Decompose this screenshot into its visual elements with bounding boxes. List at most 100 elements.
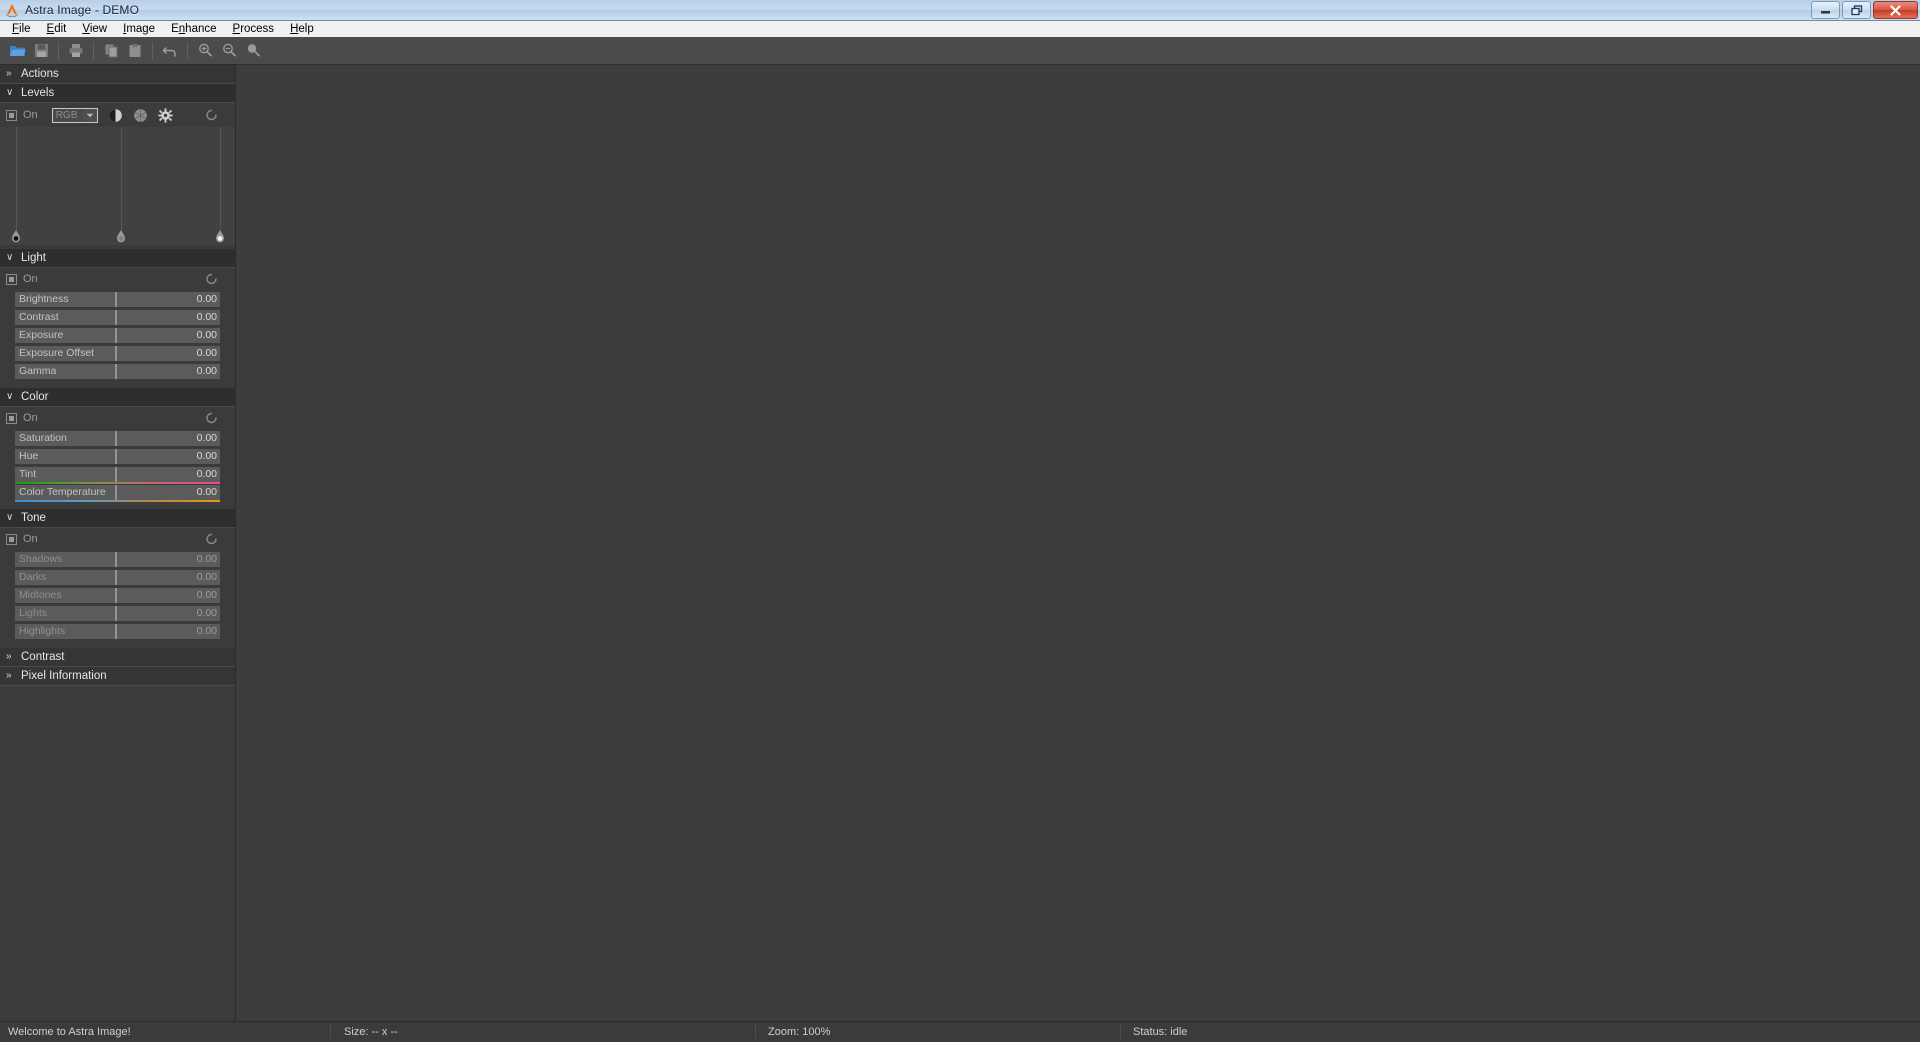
slider-track[interactable]: 0.00: [115, 606, 220, 621]
slider-lights[interactable]: Lights 0.00: [15, 606, 220, 621]
slider-tint[interactable]: Tint 0.00: [15, 467, 220, 482]
section-header-color[interactable]: ∨ Color: [0, 388, 235, 407]
adjustments-panel: » Actions ∨ Levels On RGB: [0, 65, 236, 1021]
menu-file[interactable]: File: [4, 22, 39, 36]
open-folder-icon[interactable]: [6, 40, 28, 62]
slider-track[interactable]: 0.00: [115, 467, 220, 482]
slider-track[interactable]: 0.00: [115, 552, 220, 567]
slider-brightness[interactable]: Brightness 0.00: [15, 292, 220, 307]
slider-highlights[interactable]: Highlights 0.00: [15, 624, 220, 639]
slider-track[interactable]: 0.00: [115, 588, 220, 603]
levels-handles: [0, 231, 235, 245]
title-bar[interactable]: Astra Image - DEMO: [0, 0, 1920, 21]
print-icon[interactable]: [65, 40, 87, 62]
levels-channel-select[interactable]: RGB: [52, 108, 98, 123]
mid-point-handle[interactable]: [117, 230, 126, 243]
section-header-actions[interactable]: » Actions: [0, 65, 235, 84]
chevron-right-icon: »: [6, 69, 16, 79]
image-canvas[interactable]: [237, 65, 1920, 1021]
status-message: Welcome to Astra Image!: [8, 1022, 131, 1042]
section-header-tone[interactable]: ∨ Tone: [0, 509, 235, 528]
menu-edit[interactable]: Edit: [39, 22, 75, 36]
menu-process[interactable]: Process: [225, 22, 283, 36]
slider-shadows[interactable]: Shadows 0.00: [15, 552, 220, 567]
menu-enhance[interactable]: Enhance: [163, 22, 224, 36]
light-reset-icon[interactable]: [205, 273, 218, 286]
section-header-pixel-information[interactable]: » Pixel Information: [0, 667, 235, 686]
slider-track[interactable]: 0.00: [115, 570, 220, 585]
histogram-mid-line: [121, 127, 122, 231]
slider-track[interactable]: 0.00: [115, 346, 220, 361]
astra-logo-icon: [4, 2, 20, 18]
slider-saturation[interactable]: Saturation 0.00: [15, 431, 220, 446]
histogram-white-line: [220, 127, 221, 231]
levels-on-label: On: [23, 109, 38, 121]
slider-track[interactable]: 0.00: [115, 485, 220, 500]
black-point-handle[interactable]: [12, 230, 21, 243]
auto-contrast-icon[interactable]: [108, 108, 123, 123]
light-on-checkbox[interactable]: [6, 274, 17, 285]
zoom-fit-icon[interactable]: [242, 40, 264, 62]
chevron-down-icon: ∨: [6, 392, 16, 402]
slider-track[interactable]: 0.00: [115, 431, 220, 446]
zoom-out-icon[interactable]: [218, 40, 240, 62]
levels-histogram[interactable]: [0, 127, 235, 231]
chevron-down-icon: ∨: [6, 88, 16, 98]
tint-gradient-bar: [15, 482, 220, 484]
copy-icon[interactable]: [100, 40, 122, 62]
section-header-contrast[interactable]: » Contrast: [0, 648, 235, 667]
white-point-handle[interactable]: [216, 230, 225, 243]
slider-track[interactable]: 0.00: [115, 364, 220, 379]
toolbar-separator: [187, 42, 188, 60]
menu-image[interactable]: Image: [115, 22, 163, 36]
tone-on-checkbox[interactable]: [6, 534, 17, 545]
section-header-light[interactable]: ∨ Light: [0, 249, 235, 268]
menu-view[interactable]: View: [74, 22, 115, 36]
toolbar-separator: [58, 42, 59, 60]
slider-track[interactable]: 0.00: [115, 624, 220, 639]
close-button[interactable]: [1873, 1, 1918, 19]
color-on-row: On: [0, 407, 235, 429]
light-on-row: On: [0, 268, 235, 290]
slider-exposure[interactable]: Exposure 0.00: [15, 328, 220, 343]
slider-track[interactable]: 0.00: [115, 292, 220, 307]
zoom-in-icon[interactable]: [194, 40, 216, 62]
undo-icon[interactable]: [159, 40, 181, 62]
color-on-checkbox[interactable]: [6, 413, 17, 424]
settings-gear-icon[interactable]: [158, 108, 173, 123]
slider-track[interactable]: 0.00: [115, 449, 220, 464]
light-on-label: On: [23, 273, 38, 285]
slider-midtones[interactable]: Midtones 0.00: [15, 588, 220, 603]
paste-icon[interactable]: [124, 40, 146, 62]
menu-help[interactable]: Help: [282, 22, 322, 36]
slider-hue[interactable]: Hue 0.00: [15, 449, 220, 464]
save-icon[interactable]: [30, 40, 52, 62]
color-temperature-gradient-bar: [15, 500, 220, 502]
maximize-restore-button[interactable]: [1842, 1, 1871, 19]
color-reset-icon[interactable]: [205, 412, 218, 425]
color-on-label: On: [23, 412, 38, 424]
levels-on-checkbox[interactable]: [6, 110, 17, 121]
section-title-actions: Actions: [21, 68, 59, 80]
histogram-black-line: [16, 127, 17, 231]
slider-exposure-offset[interactable]: Exposure Offset 0.00: [15, 346, 220, 361]
slider-color-temperature[interactable]: Color Temperature 0.00: [15, 485, 220, 500]
status-separator: [755, 1024, 756, 1039]
minimize-button[interactable]: [1811, 1, 1840, 19]
tone-reset-icon[interactable]: [205, 533, 218, 546]
section-header-levels[interactable]: ∨ Levels: [0, 84, 235, 103]
chevron-down-icon[interactable]: [83, 109, 97, 122]
slider-gamma[interactable]: Gamma 0.00: [15, 364, 220, 379]
levels-reset-icon[interactable]: [205, 109, 218, 122]
slider-contrast[interactable]: Contrast 0.00: [15, 310, 220, 325]
chevron-right-icon: »: [6, 652, 16, 662]
section-title-contrast: Contrast: [21, 651, 64, 663]
levels-channel-value: RGB: [53, 110, 78, 121]
tool-bar: [0, 37, 1920, 65]
status-zoom: Zoom: 100%: [768, 1022, 830, 1042]
slider-track[interactable]: 0.00: [115, 310, 220, 325]
section-body-levels: On RGB: [0, 103, 235, 249]
slider-track[interactable]: 0.00: [115, 328, 220, 343]
slider-darks[interactable]: Darks 0.00: [15, 570, 220, 585]
auto-color-icon[interactable]: [133, 108, 148, 123]
